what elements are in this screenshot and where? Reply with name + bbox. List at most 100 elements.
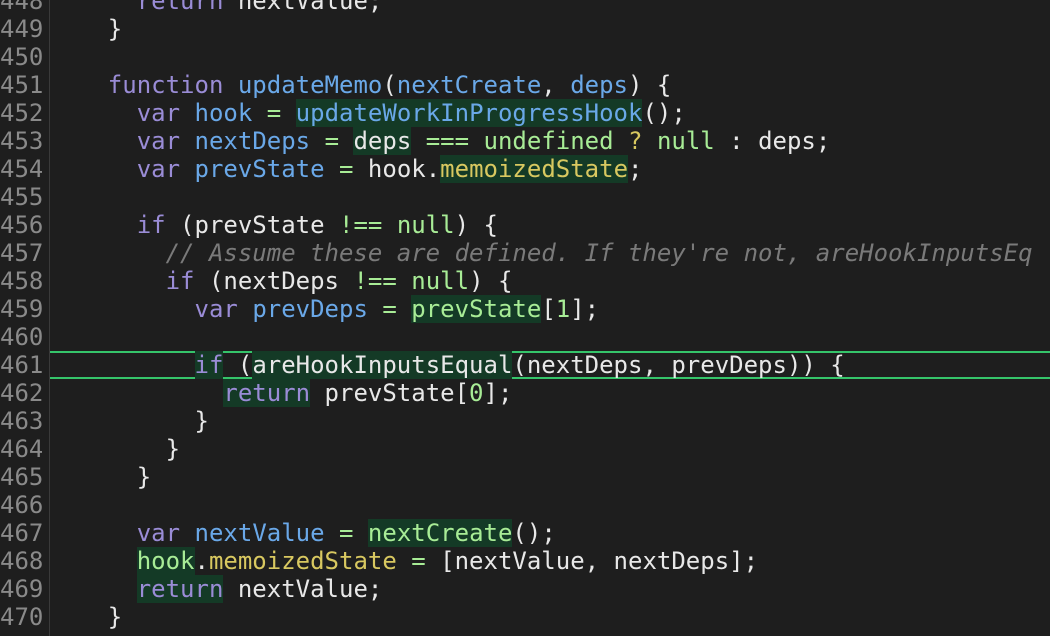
code-line[interactable]: function updateMemo(nextCreate, deps) { bbox=[50, 71, 1050, 99]
code-token: updateMemo bbox=[237, 71, 383, 99]
line-number: 466 bbox=[0, 491, 42, 519]
code-line[interactable] bbox=[50, 183, 1050, 211]
code-token: = bbox=[266, 99, 282, 127]
code-token: ; bbox=[628, 155, 643, 183]
code-token: var bbox=[194, 295, 238, 323]
code-line[interactable] bbox=[50, 43, 1050, 71]
line-number: 459 bbox=[0, 295, 42, 323]
code-line[interactable]: if (prevState !== null) { bbox=[50, 211, 1050, 239]
line-number: 456 bbox=[0, 211, 42, 239]
code-line[interactable]: var hook = updateWorkInProgressHook(); bbox=[50, 99, 1050, 127]
code-line[interactable]: return nextValue; bbox=[50, 0, 1050, 15]
code-token: } bbox=[50, 15, 123, 43]
code-line[interactable]: // Assume these are defined. If they're … bbox=[50, 239, 1050, 267]
code-line[interactable]: var prevState = hook.memoizedState; bbox=[50, 155, 1050, 183]
line-number: 460 bbox=[0, 323, 42, 351]
highlighted-token: areHookInputsEqual bbox=[252, 351, 513, 379]
line-number: 454 bbox=[0, 155, 42, 183]
code-token: !== bbox=[353, 267, 397, 295]
code-token: hook bbox=[194, 99, 253, 127]
code-token: undefined bbox=[483, 127, 614, 155]
code-token: return bbox=[136, 0, 224, 15]
code-line[interactable]: } bbox=[50, 603, 1050, 631]
code-token: = bbox=[339, 155, 354, 183]
code-token: } bbox=[50, 463, 152, 491]
code-token: } bbox=[50, 603, 123, 631]
code-token: ]; bbox=[483, 379, 513, 407]
code-token: , bbox=[541, 71, 571, 99]
code-line[interactable]: var nextValue = nextCreate(); bbox=[50, 519, 1050, 547]
code-editor[interactable]: 448 449 450 451 452 453 454 455 456 457 458 459 460 4… bbox=[0, 0, 1050, 636]
code-line[interactable]: } bbox=[50, 463, 1050, 491]
code-token: ) { bbox=[454, 211, 498, 239]
code-token: ( bbox=[223, 351, 253, 379]
code-token: = bbox=[382, 295, 397, 323]
code-token: var bbox=[136, 519, 181, 547]
highlighted-token: prevState bbox=[411, 295, 542, 323]
code-token: : deps; bbox=[714, 127, 831, 155]
code-line[interactable] bbox=[50, 491, 1050, 519]
code-token: nextValue bbox=[194, 519, 325, 547]
code-line[interactable]: } bbox=[50, 15, 1050, 43]
code-token: !== bbox=[339, 211, 383, 239]
code-token: hook. bbox=[353, 155, 441, 183]
line-number-gutter: 448 449 450 451 452 453 454 455 456 457 458 459 460 4… bbox=[0, 0, 50, 636]
code-line[interactable]: } bbox=[50, 407, 1050, 435]
code-token: nextDeps bbox=[194, 127, 311, 155]
code-token: 0 bbox=[469, 379, 484, 407]
code-token: ( bbox=[382, 71, 397, 99]
highlighted-token: nextCreate bbox=[367, 519, 513, 547]
code-line[interactable] bbox=[50, 323, 1050, 351]
line-number: 465 bbox=[0, 463, 42, 491]
code-token: prevDeps bbox=[252, 295, 368, 323]
line-number: 452 bbox=[0, 99, 42, 127]
code-token: (prevState bbox=[165, 211, 339, 239]
line-number: 468 bbox=[0, 547, 42, 575]
code-line[interactable]: var nextDeps = deps === undefined ? null… bbox=[50, 127, 1050, 155]
code-token: (); bbox=[642, 99, 686, 127]
code-line[interactable]: var prevDeps = prevState[1]; bbox=[50, 295, 1050, 323]
code-line[interactable]: hook.memoizedState = [nextValue, nextDep… bbox=[50, 547, 1050, 575]
line-number: 450 bbox=[0, 43, 42, 71]
code-line[interactable]: } bbox=[50, 435, 1050, 463]
code-token: nextValue; bbox=[223, 0, 383, 15]
code-token: var bbox=[136, 99, 181, 127]
code-line[interactable]: return nextValue; bbox=[50, 575, 1050, 603]
line-number: 467 bbox=[0, 519, 42, 547]
code-token: if bbox=[136, 211, 166, 239]
code-line[interactable]: return prevState[0]; bbox=[50, 379, 1050, 407]
current-code-line[interactable]: if (areHookInputsEqual(nextDeps, prevDep… bbox=[50, 351, 1050, 379]
highlighted-token: memoizedState bbox=[440, 155, 629, 183]
code-token: ) { bbox=[628, 71, 672, 99]
line-number: 470 bbox=[0, 603, 42, 631]
highlighted-token: deps bbox=[353, 127, 412, 155]
code-line[interactable]: if (nextDeps !== null) { bbox=[50, 267, 1050, 295]
code-area[interactable]: return nextValue; } function updateMemo(… bbox=[50, 0, 1050, 636]
line-number: 448 bbox=[0, 0, 42, 15]
line-number: 457 bbox=[0, 239, 42, 267]
highlighted-token: return bbox=[223, 379, 311, 407]
code-token: nextCreate bbox=[396, 71, 542, 99]
code-token: var bbox=[136, 127, 181, 155]
